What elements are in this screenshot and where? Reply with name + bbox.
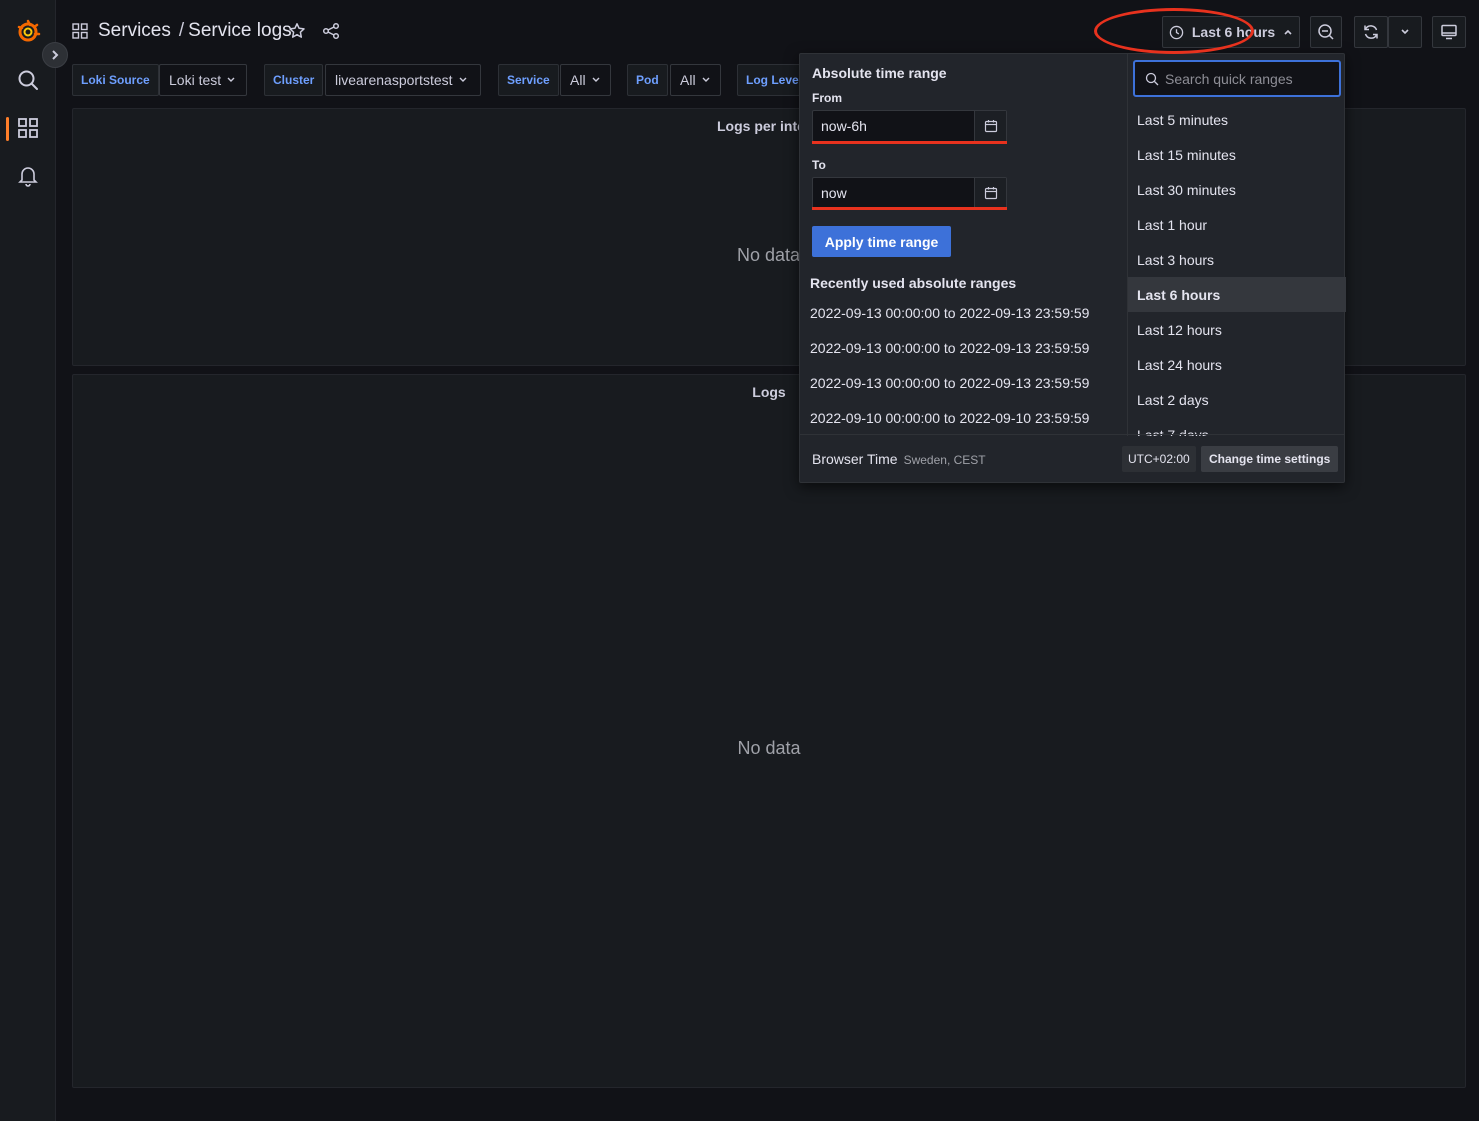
refresh-interval-dropdown[interactable] [1388,16,1422,48]
variable-select-loki-source[interactable]: Loki test [159,64,247,96]
variable-label-log-level: Log Level [737,64,807,96]
refresh-icon [1364,25,1378,39]
to-input[interactable]: now [812,177,1007,209]
time-range-picker-button[interactable]: Last 6 hours [1162,16,1300,48]
search-quick-ranges-input[interactable] [1165,70,1335,87]
variable-select-pod[interactable]: All [670,64,721,96]
share-icon[interactable] [322,22,340,45]
quick-range-item[interactable]: Last 1 hour [1128,207,1346,242]
absolute-range-heading: Absolute time range [812,65,947,81]
monitor-icon [1441,24,1457,40]
variable-value: Loki test [169,72,222,88]
quick-range-item[interactable]: Last 5 minutes [1128,102,1346,137]
variable-label-cluster: Cluster [264,64,324,96]
variable-select-service[interactable]: All [560,64,611,96]
time-picker-footer: Browser Time Sweden, CEST UTC+02:00 Chang… [800,434,1344,482]
time-range-label: Last 6 hours [1191,24,1276,40]
quick-range-item[interactable]: Last 30 minutes [1128,172,1346,207]
chevron-down-icon [459,77,467,82]
chevron-down-icon [592,77,600,82]
quick-range-item[interactable]: Last 2 days [1128,382,1346,417]
star-icon[interactable] [288,22,306,45]
chevron-up-icon [1284,29,1292,35]
dashboards-icon[interactable] [0,108,56,148]
from-value: now-6h [821,118,867,134]
search-quick-ranges[interactable] [1133,60,1341,97]
timezone-location: Sweden, CEST [903,453,986,467]
zoom-out-button[interactable] [1310,16,1342,48]
variable-label-pod: Pod [627,64,668,96]
tv-mode-button[interactable] [1432,16,1466,48]
quick-range-item[interactable]: Last 3 hours [1128,242,1346,277]
zoom-out-icon [1318,24,1334,40]
from-label: From [812,91,842,105]
expand-nav-button[interactable] [42,42,68,68]
no-data-text: No data [737,738,801,758]
quick-ranges-section: Last 5 minutes Last 15 minutes Last 30 m… [1127,54,1346,436]
change-time-settings-button[interactable]: Change time settings [1201,446,1339,472]
chevron-down-icon [227,77,235,82]
calendar-icon[interactable] [974,111,1006,141]
apply-time-range-button[interactable]: Apply time range [812,226,951,257]
chevron-right-icon [52,50,59,60]
quick-range-item[interactable]: Last 12 hours [1128,312,1346,347]
utc-offset-badge: UTC+02:00 [1122,446,1196,472]
quick-range-item[interactable]: Last 15 minutes [1128,137,1346,172]
refresh-button[interactable] [1354,16,1388,48]
quick-range-item-active[interactable]: Last 6 hours [1128,277,1346,312]
recent-range-item[interactable]: 2022-09-10 00:00:00 to 2022-09-10 23:59:… [810,410,1089,426]
variable-select-cluster[interactable]: livearenasportstest [325,64,481,96]
search-icon [1145,72,1159,85]
recent-range-item[interactable]: 2022-09-13 00:00:00 to 2022-09-13 23:59:… [810,375,1089,391]
side-nav [0,0,56,1121]
chevron-down-icon [702,77,710,82]
variable-value: livearenasportstest [335,72,453,88]
variable-label-service: Service [498,64,559,96]
recent-ranges-heading: Recently used absolute ranges [810,275,1017,291]
chevron-down-icon [1401,29,1409,35]
breadcrumb-folder[interactable]: Services [98,20,171,41]
time-picker-dropdown: Absolute time range From now-6h To now A… [799,53,1346,483]
page-title[interactable]: Service logs [188,20,292,41]
variable-label-loki-source: Loki Source [72,64,159,96]
annotation-underline [812,207,1007,210]
absolute-range-section: Absolute time range From now-6h To now A… [800,54,1127,436]
browser-time: Browser Time Sweden, CEST [812,451,986,467]
no-data-text: No data [737,245,801,265]
clock-icon [1169,25,1184,39]
alerting-bell-icon[interactable] [0,156,56,196]
variable-value: All [680,72,696,88]
annotation-underline [812,141,1007,144]
quick-range-item[interactable]: Last 24 hours [1128,347,1346,382]
recent-range-item[interactable]: 2022-09-13 00:00:00 to 2022-09-13 23:59:… [810,305,1089,321]
from-input[interactable]: now-6h [812,110,1007,142]
variable-value: All [570,72,586,88]
calendar-icon[interactable] [974,178,1006,208]
to-label: To [812,158,826,172]
dashboard-grid-icon [72,23,88,44]
breadcrumb-separator: / [178,20,185,41]
breadcrumb: Services / Service logs [98,20,292,42]
to-value: now [821,185,847,201]
recent-range-item[interactable]: 2022-09-13 00:00:00 to 2022-09-13 23:59:… [810,340,1089,356]
browser-time-label: Browser Time [812,451,898,467]
